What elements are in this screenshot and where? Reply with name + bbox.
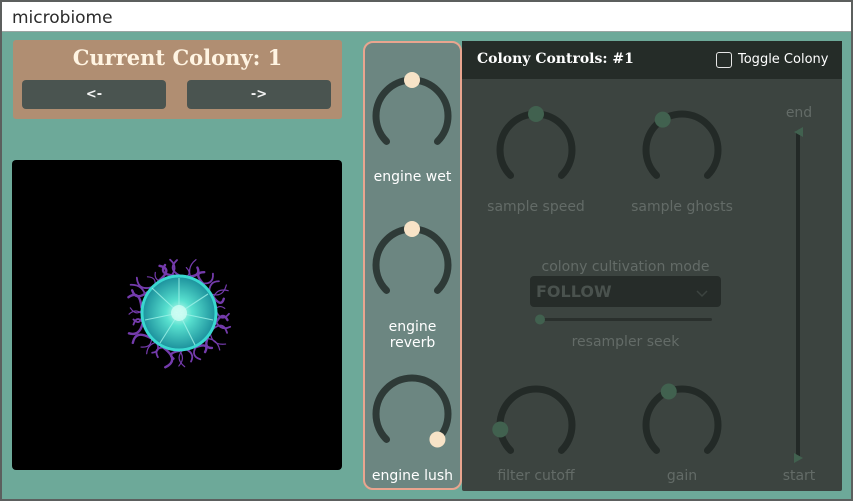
engine-knob-2-label: engine lush bbox=[371, 468, 454, 484]
control-knob-3-thumb[interactable] bbox=[660, 383, 677, 400]
colony-visualizer bbox=[12, 160, 342, 470]
range-slider[interactable] bbox=[789, 125, 809, 465]
engine-knob-1-thumb[interactable] bbox=[404, 221, 420, 237]
control-knob-0-thumb[interactable] bbox=[528, 106, 544, 122]
window-title: microbiome bbox=[12, 8, 113, 28]
engine-knob-1-label: engine reverb bbox=[388, 319, 437, 351]
cultivation-mode-label: colony cultivation mode bbox=[541, 259, 710, 275]
engine-knob-2-thumb[interactable] bbox=[429, 431, 446, 448]
control-knob-2-label: filter cutoff bbox=[497, 468, 575, 484]
previous-colony-button[interactable]: <- bbox=[22, 80, 166, 109]
colony-selector-panel: Current Colony: 1 <- -> bbox=[13, 40, 342, 119]
colony-tendril bbox=[127, 322, 144, 336]
colony-tendril bbox=[131, 333, 152, 345]
control-knob-0-label: sample speed bbox=[487, 199, 585, 215]
control-knob-2-thumb[interactable] bbox=[492, 421, 509, 438]
current-colony-title: Current Colony: 1 bbox=[72, 45, 283, 70]
resampler-seek-label: resampler seek bbox=[571, 334, 680, 350]
colony-controls-panel: Colony Controls: #1 Toggle Colony sample… bbox=[462, 41, 842, 491]
resampler-seek-slider[interactable] bbox=[534, 314, 716, 325]
control-knob-3-label: gain bbox=[666, 468, 698, 484]
engine-knob-0-thumb[interactable] bbox=[404, 72, 420, 88]
range-end-label: end bbox=[785, 105, 813, 121]
range-start-label: start bbox=[782, 468, 816, 484]
chevron-down-icon bbox=[696, 290, 708, 298]
title-bar: microbiome bbox=[2, 2, 851, 32]
next-colony-button[interactable]: -> bbox=[187, 80, 331, 109]
colony-organism-graphic bbox=[127, 258, 232, 369]
engine-knob-0-label: engine wet bbox=[373, 169, 452, 185]
control-knob-1-label: sample ghosts bbox=[631, 199, 733, 215]
control-knob-1-thumb[interactable] bbox=[654, 111, 671, 128]
engine-panel: engine wet engine reverb engine lush bbox=[363, 41, 462, 490]
cultivation-mode-select[interactable]: FOLLOW bbox=[530, 276, 721, 307]
